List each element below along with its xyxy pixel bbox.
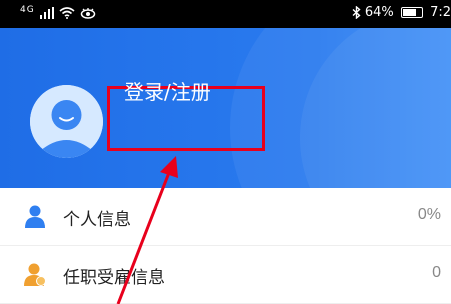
battery-percent: 64%: [364, 5, 394, 20]
menu-item-employment-info[interactable]: 任职受雇信息 0: [0, 246, 451, 304]
network-label: 4G: [20, 5, 35, 15]
eye-icon: [80, 7, 96, 19]
battery-icon: [400, 7, 423, 18]
menu-list: 个人信息 0% 任职受雇信息 0: [0, 188, 451, 304]
menu-item-label: 任职受雇信息: [63, 268, 165, 288]
signal-icon: [39, 6, 54, 19]
status-bar: 4G 64% 7:2: [0, 0, 451, 28]
menu-item-value: 0: [432, 264, 441, 281]
status-right: 64% 7:2: [352, 5, 451, 20]
bluetooth-icon: [352, 5, 361, 20]
login-register-link[interactable]: 登录/注册: [124, 76, 211, 105]
menu-item-label: 个人信息: [63, 210, 131, 230]
wifi-icon: [59, 6, 75, 19]
employee-badge-icon: [24, 263, 46, 286]
menu-item-value: 0%: [417, 206, 441, 223]
clock: 7:2: [430, 5, 451, 20]
menu-item-personal-info[interactable]: 个人信息 0%: [0, 188, 451, 246]
person-icon: [25, 205, 45, 228]
profile-header: [0, 28, 451, 188]
avatar[interactable]: [30, 85, 103, 158]
avatar-person-icon: [30, 85, 103, 158]
status-left: 4G: [20, 5, 96, 20]
